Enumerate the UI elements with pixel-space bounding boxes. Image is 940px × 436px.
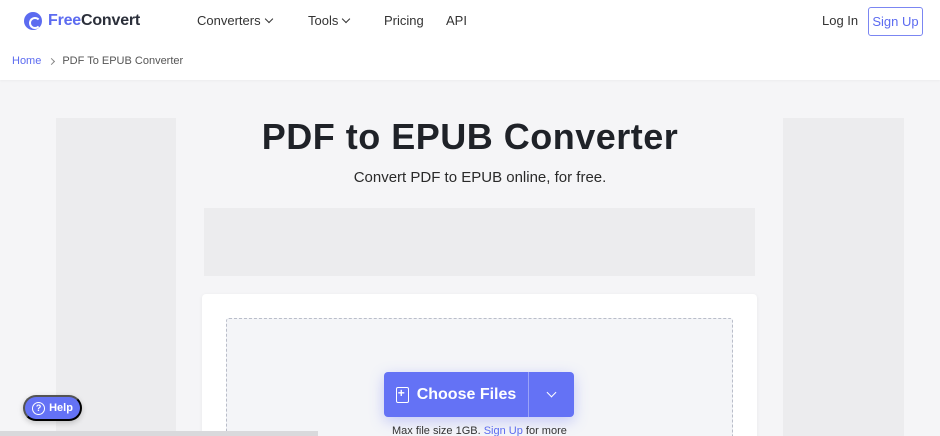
- chevron-down-icon: [264, 14, 273, 23]
- max-file-size-note: Max file size 1GB. Sign Up for more: [392, 425, 567, 436]
- chevron-down-icon: [546, 387, 557, 398]
- page-subtitle: Convert PDF to EPUB online, for free.: [353, 169, 607, 186]
- site-header: FreeConvert Converters Tools Pricing API…: [0, 0, 940, 80]
- choose-files-label: Choose Files: [416, 385, 517, 403]
- nav-item-api[interactable]: API: [446, 13, 467, 28]
- upload-source-dropdown[interactable]: [529, 372, 574, 417]
- bottom-scroll-strip: [0, 431, 318, 436]
- nav-label: Pricing: [384, 13, 424, 28]
- breadcrumb-current: PDF To EPUB Converter: [62, 55, 184, 67]
- question-circle-icon: ?: [32, 401, 46, 415]
- ad-banner: [204, 208, 755, 276]
- breadcrumb-home-link[interactable]: Home: [12, 55, 41, 67]
- nav-label: API: [446, 13, 467, 28]
- nav-item-tools[interactable]: Tools: [308, 13, 351, 28]
- file-add-icon: [395, 386, 409, 403]
- choose-files-button-group: Choose Files: [384, 372, 574, 417]
- signup-more-link[interactable]: Sign Up: [484, 425, 523, 436]
- chevron-right-icon: [48, 57, 56, 65]
- nav-label: Converters: [197, 13, 261, 28]
- login-link[interactable]: Log In: [822, 13, 858, 28]
- max-size-text: Max file size 1GB.: [392, 425, 481, 436]
- help-button[interactable]: ? Help: [23, 395, 82, 421]
- max-size-suffix: for more: [525, 425, 567, 436]
- nav-item-converters[interactable]: Converters: [197, 13, 273, 28]
- page-title: PDF to EPUB Converter: [261, 116, 679, 157]
- freeconvert-logo-icon: [24, 12, 42, 30]
- ad-slot-right: [783, 118, 904, 436]
- breadcrumb: Home PDF To EPUB Converter: [12, 55, 183, 67]
- chevron-down-icon: [342, 14, 351, 23]
- choose-files-button[interactable]: Choose Files: [384, 372, 529, 417]
- brand-logo[interactable]: FreeConvert: [24, 11, 140, 31]
- brand-name: FreeConvert: [48, 12, 141, 29]
- nav-label: Tools: [308, 13, 339, 28]
- nav-item-pricing[interactable]: Pricing: [384, 13, 424, 28]
- signup-button[interactable]: Sign Up: [868, 7, 923, 36]
- help-label: Help: [49, 402, 73, 414]
- ad-slot-left: [56, 118, 176, 436]
